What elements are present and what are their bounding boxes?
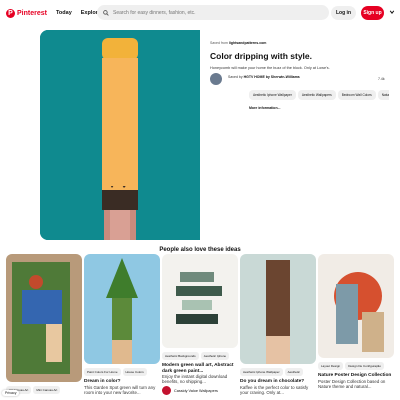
pin-thumbnail[interactable]	[162, 254, 238, 348]
tag-chip[interactable]: House Colors	[122, 368, 147, 376]
search-icon	[103, 9, 109, 16]
tag-chip[interactable]: Layout Design	[318, 362, 344, 370]
avatar[interactable]	[162, 386, 171, 396]
login-button[interactable]: Log in	[331, 6, 356, 20]
pin-source[interactable]: Saved from lightsandpatterns.com	[210, 41, 266, 45]
source-prefix: Saved from	[210, 41, 228, 45]
related-pin-card[interactable]: Layout Design Design De Configuração Nat…	[318, 254, 394, 389]
pin-thumbnail[interactable]	[240, 254, 316, 364]
pin-description: Enjoy the instant digital download benef…	[162, 374, 228, 385]
abstract-green-art-image	[162, 254, 238, 348]
pin-description: Poster Design Collection based on Nature…	[318, 378, 386, 389]
pin-tags: Aesthetic Iphone Wallpaper Aesthetic Wal…	[249, 90, 389, 100]
related-pin-card[interactable]: Paint Colors For Home House Colors Dream…	[84, 254, 160, 395]
pin-creator[interactable]: Cassidy Valoe Wallpapers	[162, 386, 238, 396]
search-bar[interactable]	[97, 5, 329, 20]
tag-chip[interactable]: Aesthetic	[284, 368, 303, 376]
pin-thumbnail[interactable]	[318, 254, 394, 358]
tag-chip[interactable]: Aesthetic Iphone Wallpaper	[249, 90, 296, 100]
pin-title[interactable]: Nature Poster Design Collection	[318, 373, 394, 379]
saved-by: Saved by HGTV HOME by Sherwin-Williams	[228, 75, 328, 80]
paint-brush-illustration	[40, 30, 200, 240]
tag-chip[interactable]: Aesthetic Iphone	[200, 352, 230, 360]
logo-text: Pinterest	[17, 9, 47, 17]
more-information-link[interactable]: More information...	[249, 106, 281, 110]
tag-chip[interactable]: Aesthetic Backgrounds	[162, 352, 199, 360]
save-count: 7.4k	[378, 77, 385, 81]
tag-chip[interactable]: Paint Colors For Home	[84, 368, 121, 376]
tag-chip[interactable]: Design De Configuração	[345, 362, 384, 370]
related-pin-card[interactable]: Aesthetic Iphone Wallpaper Aesthetic Do …	[240, 254, 316, 395]
chocolate-brush-image	[240, 254, 316, 364]
saver-name[interactable]: HGTV HOME by Sherwin-Williams	[244, 75, 300, 79]
creator-name[interactable]: Cassidy Valoe Wallpapers	[174, 389, 218, 393]
tag-chip[interactable]: Nature	[377, 90, 389, 100]
pin-image[interactable]	[40, 30, 200, 240]
nature-poster-image	[318, 254, 394, 358]
pin-description: Kaffee is the perfect color to satisfy y…	[240, 384, 309, 395]
chevron-down-icon[interactable]	[389, 9, 395, 15]
tree-brush-image	[84, 254, 160, 364]
nav-today-link[interactable]: Today	[56, 10, 72, 16]
pin-title: Color dripping with style.	[210, 51, 312, 61]
saved-prefix: Saved by	[228, 75, 243, 79]
pin-title[interactable]: Modern green wall art, Abstract dark gre…	[162, 363, 238, 374]
pin-description: Honeycomb will make your home the buzz o…	[210, 66, 330, 70]
related-section-title: People also love these ideas	[159, 247, 241, 253]
saver-avatar[interactable]	[210, 73, 222, 85]
painting-on-easel-image	[6, 254, 82, 382]
related-pin-card[interactable]: Art Canvas Art Mini Canvas Art	[6, 254, 82, 394]
tag-chip[interactable]: Mini Canvas Art	[33, 386, 61, 394]
top-nav-bar: P Pinterest Today Explore Log in Sign up	[0, 0, 400, 26]
pin-description: This Garden Spot green will turn any roo…	[84, 384, 156, 395]
privacy-link[interactable]: Privacy	[2, 390, 20, 396]
search-input[interactable]	[113, 9, 313, 16]
related-pin-card[interactable]: Aesthetic Backgrounds Aesthetic Iphone M…	[162, 254, 238, 396]
pin-thumbnail[interactable]	[6, 254, 82, 382]
pinterest-logo-icon: P	[6, 8, 15, 18]
signup-button[interactable]: Sign up	[361, 6, 384, 20]
pin-thumbnail[interactable]	[84, 254, 160, 364]
source-domain[interactable]: lightsandpatterns.com	[229, 41, 267, 45]
pinterest-logo[interactable]: P Pinterest	[6, 8, 47, 18]
pin-closeup: Saved from lightsandpatterns.com Color d…	[40, 30, 389, 240]
tag-chip[interactable]: Bedroom Wall Colors	[337, 90, 376, 100]
tag-chip[interactable]: Aesthetic Iphone Wallpaper	[240, 368, 283, 376]
tag-chip[interactable]: Aesthetic Wallpapers	[297, 90, 336, 100]
